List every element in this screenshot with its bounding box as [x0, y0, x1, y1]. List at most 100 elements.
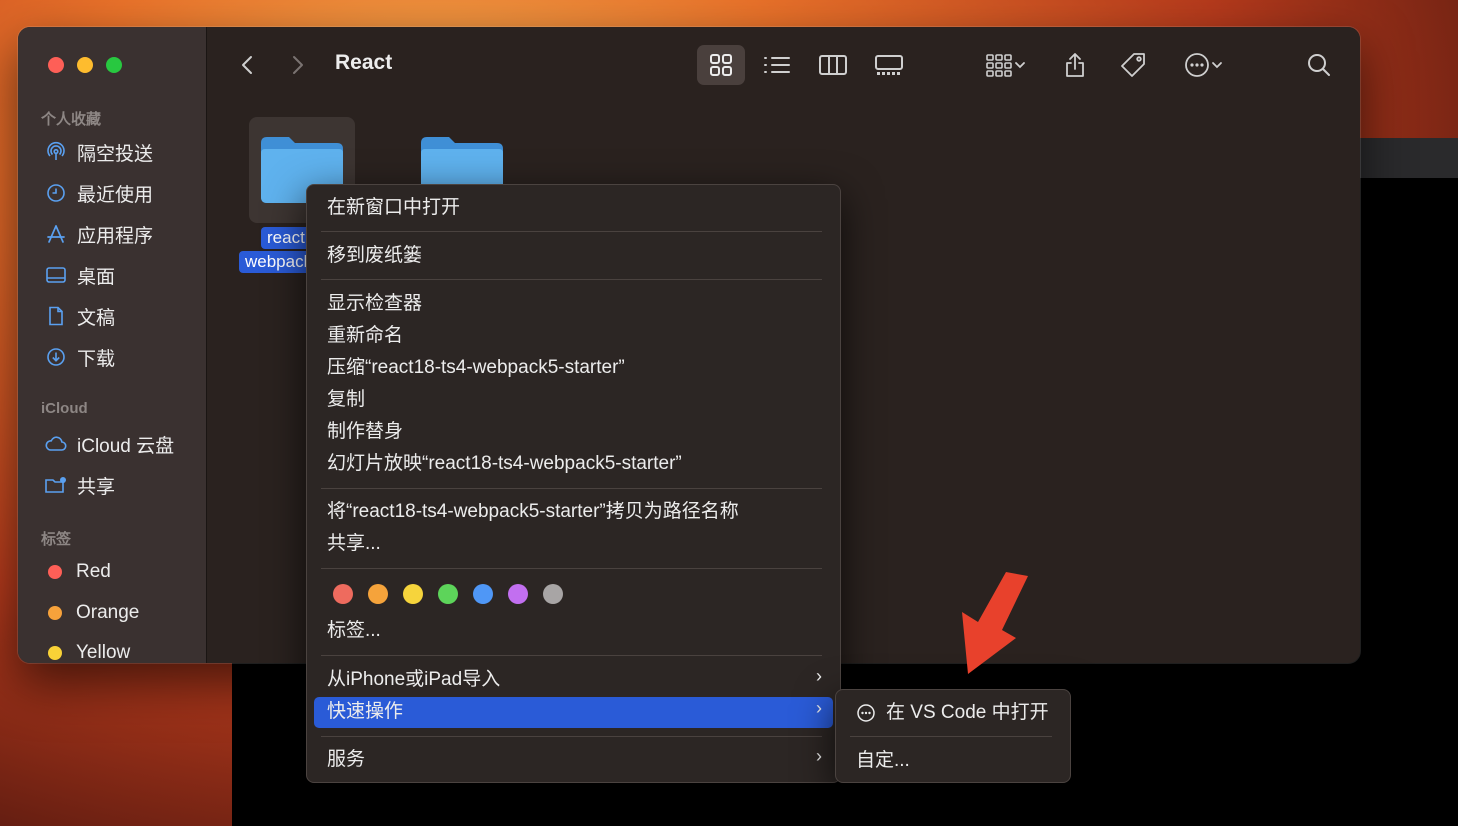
chevron-left-icon: [242, 56, 252, 74]
quick-actions-submenu: 在 VS Code 中打开 自定...: [835, 689, 1071, 783]
sidebar-header-favorites: 个人收藏: [41, 111, 102, 128]
menu-item-import-iphone[interactable]: 从iPhone或iPad导入: [327, 666, 500, 694]
sidebar-item-tag-yellow[interactable]: Yellow: [44, 639, 130, 663]
group-by-button[interactable]: [977, 45, 1033, 85]
tag-color-blue[interactable]: [473, 584, 493, 604]
sidebar-item-recents[interactable]: 最近使用: [44, 179, 153, 207]
menu-item-make-alias[interactable]: 制作替身: [327, 418, 403, 446]
menu-item-tags[interactable]: 标签...: [327, 617, 381, 645]
chevron-right-icon: ›: [816, 666, 822, 686]
zoom-window-button[interactable]: [106, 57, 122, 73]
chevron-right-icon: [293, 56, 303, 74]
menu-item-copy-path[interactable]: 将“react18-ts4-webpack5-starter”拷贝为路径名称: [327, 498, 739, 526]
menu-item-services[interactable]: 服务: [327, 746, 365, 774]
sidebar-item-applications[interactable]: 应用程序: [44, 220, 153, 248]
sidebar-item-label: Yellow: [76, 642, 131, 663]
sidebar-item-label: 共享: [77, 476, 116, 498]
submenu-item-open-vscode[interactable]: 在 VS Code 中打开: [856, 699, 1049, 727]
airdrop-icon: [44, 140, 68, 164]
list-icon: [764, 57, 790, 73]
back-button[interactable]: [235, 51, 259, 79]
share-icon: [1066, 53, 1084, 77]
toolbar: React: [207, 27, 1360, 103]
tag-orange-dot: [48, 606, 62, 620]
sidebar-item-downloads[interactable]: 下载: [44, 343, 115, 371]
cloud-icon: [44, 432, 68, 456]
download-icon: [44, 345, 68, 369]
column-view-button[interactable]: [813, 45, 853, 85]
tag-button[interactable]: [1113, 45, 1153, 85]
chevron-down-icon: [1212, 62, 1222, 69]
tag-color-red[interactable]: [333, 584, 353, 604]
sidebar-item-icloud-drive[interactable]: iCloud 云盘: [44, 430, 174, 458]
sidebar-header-tags: 标签: [41, 531, 72, 548]
sidebar-item-label: 最近使用: [77, 184, 154, 206]
menu-item-quick-actions[interactable]: 快速操作: [327, 698, 403, 726]
columns-icon: [819, 55, 847, 75]
forward-button[interactable]: [286, 51, 310, 79]
sidebar-item-tag-orange[interactable]: Orange: [44, 599, 139, 627]
more-actions-button[interactable]: [1173, 45, 1233, 85]
sidebar-item-label: iCloud 云盘: [77, 435, 175, 457]
menu-item-quick-look[interactable]: 幻灯片放映“react18-ts4-webpack5-starter”: [327, 450, 682, 478]
applications-icon: [44, 222, 68, 246]
sidebar-item-tag-red[interactable]: Red: [44, 558, 111, 586]
document-icon: [44, 304, 68, 328]
clock-icon: [44, 181, 68, 205]
grid-icon: [710, 54, 732, 76]
menu-item-open-new-window[interactable]: 在新窗口中打开: [327, 194, 460, 222]
close-window-button[interactable]: [48, 57, 64, 73]
sidebar-item-label: 文稿: [77, 307, 116, 329]
tag-color-purple[interactable]: [508, 584, 528, 604]
menu-separator: [321, 655, 822, 656]
chevron-right-icon: ›: [816, 746, 822, 766]
tag-color-yellow[interactable]: [403, 584, 423, 604]
menu-item-compress[interactable]: 压缩“react18-ts4-webpack5-starter”: [327, 354, 625, 382]
share-button[interactable]: [1055, 45, 1095, 85]
menu-item-move-to-trash[interactable]: 移到废纸篓: [327, 242, 422, 270]
background-window-edge: [1360, 138, 1458, 178]
tag-red-dot: [48, 565, 62, 579]
tag-color-green[interactable]: [438, 584, 458, 604]
sidebar-header-icloud: iCloud: [41, 400, 88, 417]
menu-item-share[interactable]: 共享...: [327, 530, 381, 558]
submenu-item-customize[interactable]: 自定...: [856, 747, 910, 775]
menu-separator: [321, 736, 822, 737]
sidebar-item-label: 下载: [77, 348, 116, 370]
sidebar: 个人收藏 隔空投送 最近使用 应用程序 桌面 文稿 下载 iCloud iClo…: [18, 27, 207, 663]
red-arrow-annotation: [962, 572, 1028, 674]
gallery-icon: [875, 55, 903, 75]
search-icon: [1308, 54, 1330, 76]
sidebar-item-airdrop[interactable]: 隔空投送: [44, 138, 153, 166]
menu-separator: [321, 488, 822, 489]
menu-item-rename[interactable]: 重新命名: [327, 322, 403, 350]
window-title: React: [335, 51, 393, 74]
minimize-window-button[interactable]: [77, 57, 93, 73]
tag-color-gray[interactable]: [543, 584, 563, 604]
sidebar-item-documents[interactable]: 文稿: [44, 302, 115, 330]
icon-view-button[interactable]: [697, 45, 745, 85]
sidebar-item-label: 隔空投送: [77, 143, 154, 165]
menu-item-duplicate[interactable]: 复制: [327, 386, 365, 414]
group-grid-icon: [986, 54, 1012, 77]
gallery-view-button[interactable]: [869, 45, 909, 85]
sidebar-item-shared[interactable]: 共享: [44, 471, 115, 499]
desktop-icon: [44, 263, 68, 287]
menu-separator: [321, 568, 822, 569]
context-menu: 在新窗口中打开 移到废纸篓 显示检查器 重新命名 压缩“react18-ts4-…: [306, 184, 841, 783]
submenu-item-label: 在 VS Code 中打开: [886, 702, 1049, 723]
chevron-down-icon: [1015, 62, 1025, 69]
ellipsis-circle-icon: [1185, 53, 1209, 77]
menu-separator: [321, 279, 822, 280]
sidebar-item-label: Red: [76, 561, 111, 582]
tag-yellow-dot: [48, 646, 62, 660]
sidebar-item-desktop[interactable]: 桌面: [44, 261, 115, 289]
list-view-button[interactable]: [757, 45, 797, 85]
tag-icon: [1121, 53, 1145, 77]
search-button[interactable]: [1299, 45, 1339, 85]
sidebar-item-label: 桌面: [77, 266, 116, 288]
menu-item-get-info[interactable]: 显示检查器: [327, 290, 422, 318]
tag-color-orange[interactable]: [368, 584, 388, 604]
menu-separator: [321, 231, 822, 232]
sidebar-item-label: 应用程序: [77, 225, 154, 247]
